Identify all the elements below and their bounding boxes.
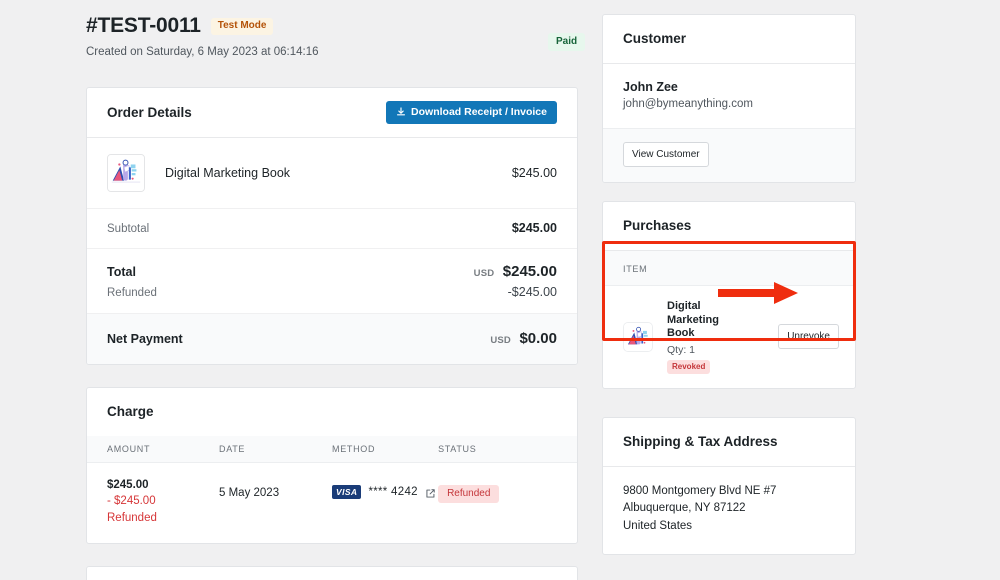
total-value: $245.00 [503, 263, 557, 280]
order-detail-page: #TEST-0011 Test Mode Created on Saturday… [0, 0, 1000, 580]
visa-icon: VISA [332, 485, 361, 500]
customer-header: Customer [603, 15, 855, 64]
purchases-table-header: ITEM [603, 251, 855, 286]
purchase-status-badge: Revoked [667, 360, 710, 374]
charge-date-cell: 5 May 2023 [219, 477, 332, 499]
customer-card: Customer John Zee john@bymeanything.com … [602, 14, 856, 183]
customer-email: john@bymeanything.com [623, 98, 835, 110]
shipping-title: Shipping & Tax Address [623, 434, 778, 449]
charge-refund-label: Refunded [107, 510, 219, 527]
view-customer-button[interactable]: View Customer [623, 142, 709, 167]
order-title-row: #TEST-0011 Test Mode [86, 14, 578, 38]
charge-col-date: DATE [219, 444, 332, 454]
download-receipt-button[interactable]: Download Receipt / Invoice [386, 101, 557, 124]
refunded-value: -$245.00 [508, 285, 557, 299]
shipping-body: 9800 Montgomery Blvd NE #7 Albuquerque, … [603, 467, 855, 554]
net-payment-value-group: USD $0.00 [490, 330, 557, 348]
unrevoke-button[interactable]: Unrevoke [778, 324, 839, 349]
page-title: #TEST-0011 [86, 14, 201, 38]
refunds-header: Refunds [87, 567, 577, 580]
subtotal-row: Subtotal $245.00 [87, 209, 577, 249]
purchase-list-item: Digital Marketing Book Qty: 1 Revoked Un… [603, 286, 855, 388]
product-name: Digital Marketing Book [165, 166, 512, 180]
purchases-col-item: ITEM [623, 264, 647, 274]
customer-footer: View Customer [603, 128, 855, 182]
refunded-row: Refunded -$245.00 [87, 283, 577, 313]
purchase-thumbnail [623, 322, 653, 352]
purchases-title: Purchases [623, 218, 691, 233]
charge-amount: $245.00 [107, 477, 219, 494]
purchase-info: Digital Marketing Book Qty: 1 Revoked [667, 300, 737, 374]
net-payment-row: Net Payment USD $0.00 [87, 313, 577, 364]
product-price: $245.00 [512, 166, 557, 180]
download-receipt-label: Download Receipt / Invoice [411, 107, 547, 118]
refunded-label: Refunded [107, 287, 157, 299]
total-currency: USD [474, 268, 495, 279]
subtotal-value: $245.00 [512, 221, 557, 235]
order-details-card: Order Details Download Receipt / Invoice [86, 87, 578, 365]
purchases-header: Purchases [603, 202, 855, 251]
customer-title: Customer [623, 31, 686, 46]
status-badge: Paid [548, 33, 585, 51]
purchase-item-name: Digital Marketing Book [667, 300, 737, 341]
card-last-four: **** 4242 [368, 486, 417, 498]
charge-date: 5 May 2023 [219, 477, 332, 499]
test-mode-badge: Test Mode [211, 18, 274, 35]
net-payment-currency: USD [490, 335, 511, 346]
charge-refund-amount: - $245.00 [107, 493, 219, 510]
charge-col-method: METHOD [332, 444, 438, 454]
charge-amount-cell: $245.00 - $245.00 Refunded [107, 477, 219, 527]
charge-col-amount: AMOUNT [107, 444, 219, 454]
table-row: $245.00 - $245.00 Refunded 5 May 2023 VI… [87, 463, 577, 543]
purchases-card: Purchases ITEM [602, 201, 856, 389]
left-column: Order Details Download Receipt / Invoice [86, 87, 578, 580]
customer-name: John Zee [623, 80, 835, 94]
product-thumbnail [107, 154, 145, 192]
address-line-1: 9800 Montgomery Blvd NE #7 [623, 483, 835, 501]
address-line-3: United States [623, 518, 835, 536]
total-value-group: USD $245.00 [474, 263, 557, 281]
subtotal-label: Subtotal [107, 223, 149, 235]
address-line-2: Albuquerque, NY 87122 [623, 500, 835, 518]
total-row: Total USD $245.00 [87, 249, 577, 283]
purchase-action: Unrevoke [778, 324, 839, 349]
order-created-date: Created on Saturday, 6 May 2023 at 06:14… [86, 46, 578, 58]
refunds-card: Refunds DATE AMOUNT REFUNDED STATUS [86, 566, 578, 580]
total-label: Total [107, 265, 136, 279]
charge-status-cell: Refunded [438, 477, 557, 503]
right-column: Customer John Zee john@bymeanything.com … [602, 14, 856, 580]
page-header: #TEST-0011 Test Mode Created on Saturday… [86, 14, 578, 58]
shipping-header: Shipping & Tax Address [603, 418, 855, 467]
external-link-icon[interactable] [425, 486, 436, 497]
shipping-address-card: Shipping & Tax Address 9800 Montgomery B… [602, 417, 856, 555]
charge-col-status: STATUS [438, 444, 557, 454]
charge-title: Charge [107, 404, 154, 419]
charge-status-badge: Refunded [438, 485, 499, 503]
download-icon [396, 107, 406, 117]
customer-body: John Zee john@bymeanything.com [603, 64, 855, 128]
charge-card: Charge AMOUNT DATE METHOD STATUS $245.00… [86, 387, 578, 544]
charge-header: Charge [87, 388, 577, 436]
order-line-item: Digital Marketing Book $245.00 [87, 138, 577, 209]
order-details-title: Order Details [107, 105, 192, 120]
order-details-header: Order Details Download Receipt / Invoice [87, 88, 577, 138]
net-payment-label: Net Payment [107, 332, 183, 346]
charge-method-cell: VISA **** 4242 [332, 477, 438, 500]
net-payment-value: $0.00 [519, 330, 557, 347]
charge-table-header: AMOUNT DATE METHOD STATUS [87, 436, 577, 463]
purchase-quantity: Qty: 1 [667, 344, 737, 356]
